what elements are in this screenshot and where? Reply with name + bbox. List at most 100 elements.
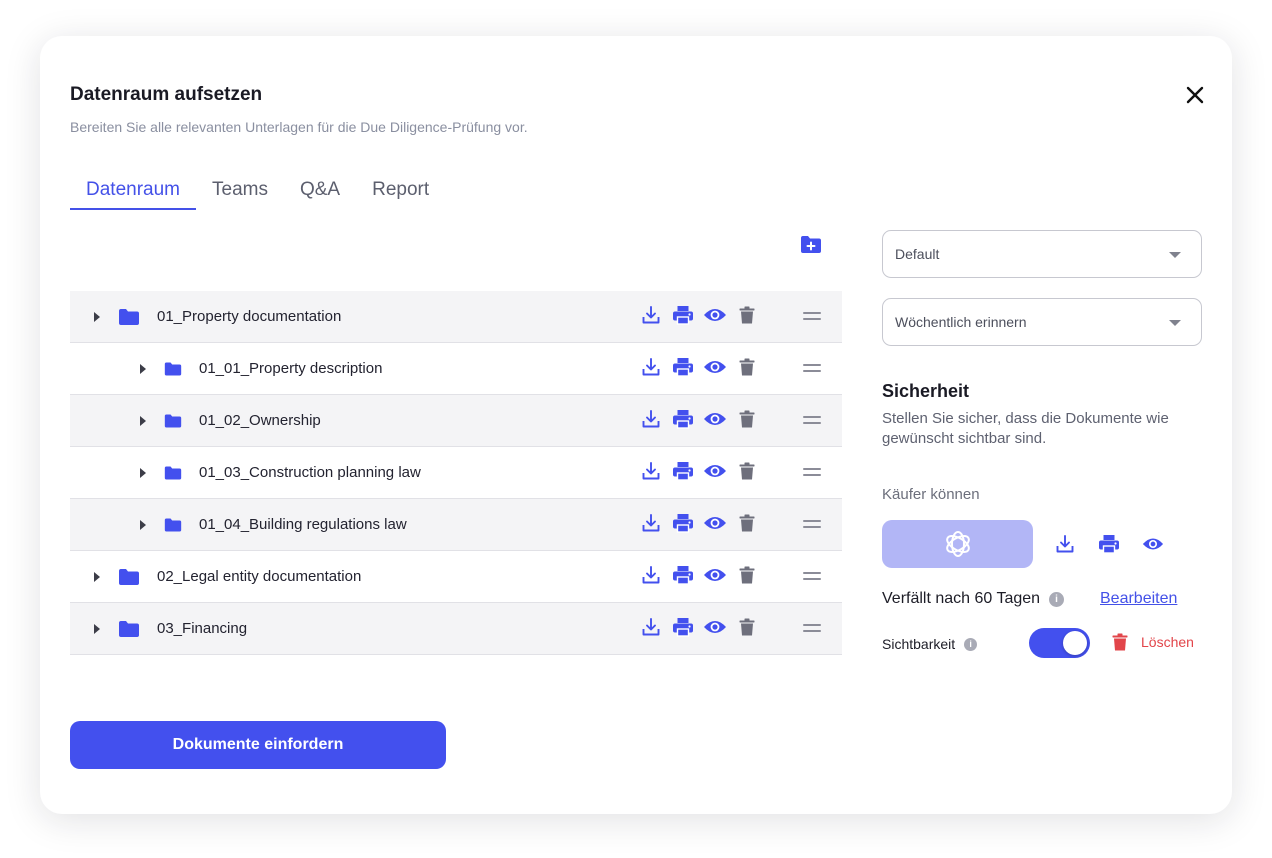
- expand-caret-icon[interactable]: [138, 415, 148, 426]
- row-actions: [640, 395, 768, 447]
- delete-folder-button[interactable]: [736, 410, 758, 432]
- buyer-permissions: [1054, 533, 1186, 555]
- print-icon: [672, 357, 694, 382]
- buyer-print-button[interactable]: [1098, 533, 1120, 555]
- template-select[interactable]: Default: [882, 230, 1202, 278]
- edit-expiry-link[interactable]: Bearbeiten: [1100, 590, 1177, 608]
- delete-folder-button[interactable]: [736, 306, 758, 328]
- print-button[interactable]: [672, 617, 694, 640]
- tab-report[interactable]: Report: [356, 176, 445, 210]
- buyer-view-button[interactable]: [1142, 533, 1164, 555]
- trash-icon: [739, 358, 755, 381]
- add-folder-button[interactable]: [800, 235, 822, 255]
- folder-name: 01_03_Construction planning law: [199, 464, 421, 481]
- security-description: Stellen Sie sicher, dass die Dokumente w…: [882, 410, 1169, 447]
- view-button[interactable]: [704, 462, 726, 484]
- download-icon: [641, 617, 661, 642]
- eye-icon: [703, 618, 727, 641]
- delete-folder-button[interactable]: [736, 566, 758, 588]
- tab-teams[interactable]: Teams: [196, 176, 284, 210]
- eye-icon: [703, 306, 727, 329]
- folder-row[interactable]: 01_04_Building regulations law: [70, 499, 842, 551]
- drag-handle-icon[interactable]: [803, 416, 821, 426]
- expand-caret-icon[interactable]: [92, 623, 102, 634]
- view-button[interactable]: [704, 618, 726, 640]
- eye-icon: [703, 410, 727, 433]
- drag-handle-icon[interactable]: [803, 364, 821, 374]
- download-button[interactable]: [640, 513, 662, 536]
- reminder-select-value: Wöchentlich erinnern: [895, 314, 1027, 330]
- visibility-toggle[interactable]: [1029, 628, 1090, 658]
- delete-folder-button[interactable]: [736, 462, 758, 484]
- view-button[interactable]: [704, 306, 726, 328]
- view-button[interactable]: [704, 514, 726, 536]
- expand-caret-icon[interactable]: [138, 363, 148, 374]
- expiry-text: Verfällt nach 60 Tagen: [882, 590, 1041, 607]
- delete-folder-button[interactable]: [736, 358, 758, 380]
- print-icon: [672, 513, 694, 538]
- view-button[interactable]: [704, 358, 726, 380]
- download-icon: [641, 461, 661, 486]
- folder-icon: [164, 412, 182, 430]
- download-button[interactable]: [640, 565, 662, 588]
- print-icon: [672, 565, 694, 590]
- drag-handle-icon[interactable]: [803, 624, 821, 634]
- row-actions: [640, 291, 768, 343]
- expand-caret-icon[interactable]: [138, 519, 148, 530]
- chevron-down-icon: [1169, 252, 1181, 258]
- delete-button[interactable]: Löschen: [1112, 633, 1194, 651]
- trash-icon: [739, 462, 755, 485]
- download-button[interactable]: [640, 357, 662, 380]
- folder-tree: 01_Property documentation 01_01_Property …: [70, 291, 842, 655]
- buyer-download-button[interactable]: [1054, 533, 1076, 555]
- expand-caret-icon[interactable]: [92, 311, 102, 322]
- print-button[interactable]: [672, 305, 694, 330]
- tab-qa[interactable]: Q&A: [284, 176, 356, 210]
- folder-row[interactable]: 01_01_Property description: [70, 343, 842, 395]
- trash-icon: [739, 410, 755, 433]
- buyers-permission-box[interactable]: [882, 520, 1033, 568]
- print-button[interactable]: [672, 409, 694, 432]
- print-button[interactable]: [672, 565, 694, 590]
- request-documents-button[interactable]: Dokumente einfordern: [70, 721, 446, 769]
- drag-handle-icon[interactable]: [803, 572, 821, 582]
- folder-row[interactable]: 01_02_Ownership: [70, 395, 842, 447]
- row-actions: [640, 603, 768, 655]
- security-title: Sicherheit: [882, 381, 970, 401]
- reminder-select[interactable]: Wöchentlich erinnern: [882, 298, 1202, 346]
- drag-handle-icon[interactable]: [803, 312, 821, 322]
- delete-folder-button[interactable]: [736, 618, 758, 640]
- download-icon: [641, 305, 661, 330]
- download-icon: [641, 409, 661, 434]
- toggle-knob: [1063, 631, 1087, 655]
- eye-icon: [703, 514, 727, 537]
- print-button[interactable]: [672, 461, 694, 484]
- folder-icon: [118, 620, 140, 638]
- folder-row[interactable]: 01_Property documentation: [70, 291, 842, 343]
- expand-caret-icon[interactable]: [138, 467, 148, 478]
- folder-row[interactable]: 01_03_Construction planning law: [70, 447, 842, 499]
- view-button[interactable]: [704, 566, 726, 588]
- print-button[interactable]: [672, 513, 694, 538]
- download-button[interactable]: [640, 305, 662, 330]
- print-icon: [672, 305, 694, 330]
- close-button[interactable]: [1184, 84, 1206, 106]
- drag-handle-icon[interactable]: [803, 520, 821, 530]
- info-icon[interactable]: i: [964, 637, 978, 651]
- trash-icon: [739, 566, 755, 589]
- setup-dialog: Datenraum aufsetzen Bereiten Sie alle re…: [40, 36, 1232, 814]
- folder-row[interactable]: 02_Legal entity documentation: [70, 551, 842, 603]
- download-button[interactable]: [640, 617, 662, 642]
- drag-handle-icon[interactable]: [803, 468, 821, 478]
- view-button[interactable]: [704, 410, 726, 432]
- folder-row[interactable]: 03_Financing: [70, 603, 842, 655]
- print-button[interactable]: [672, 357, 694, 382]
- info-icon[interactable]: i: [1049, 591, 1065, 607]
- tab-datenraum[interactable]: Datenraum: [70, 176, 196, 210]
- download-button[interactable]: [640, 461, 662, 486]
- download-button[interactable]: [640, 409, 662, 434]
- folder-plus-icon: [801, 236, 821, 253]
- delete-folder-button[interactable]: [736, 514, 758, 536]
- expiry-info: Verfällt nach 60 Tagen i: [882, 590, 1065, 608]
- expand-caret-icon[interactable]: [92, 571, 102, 582]
